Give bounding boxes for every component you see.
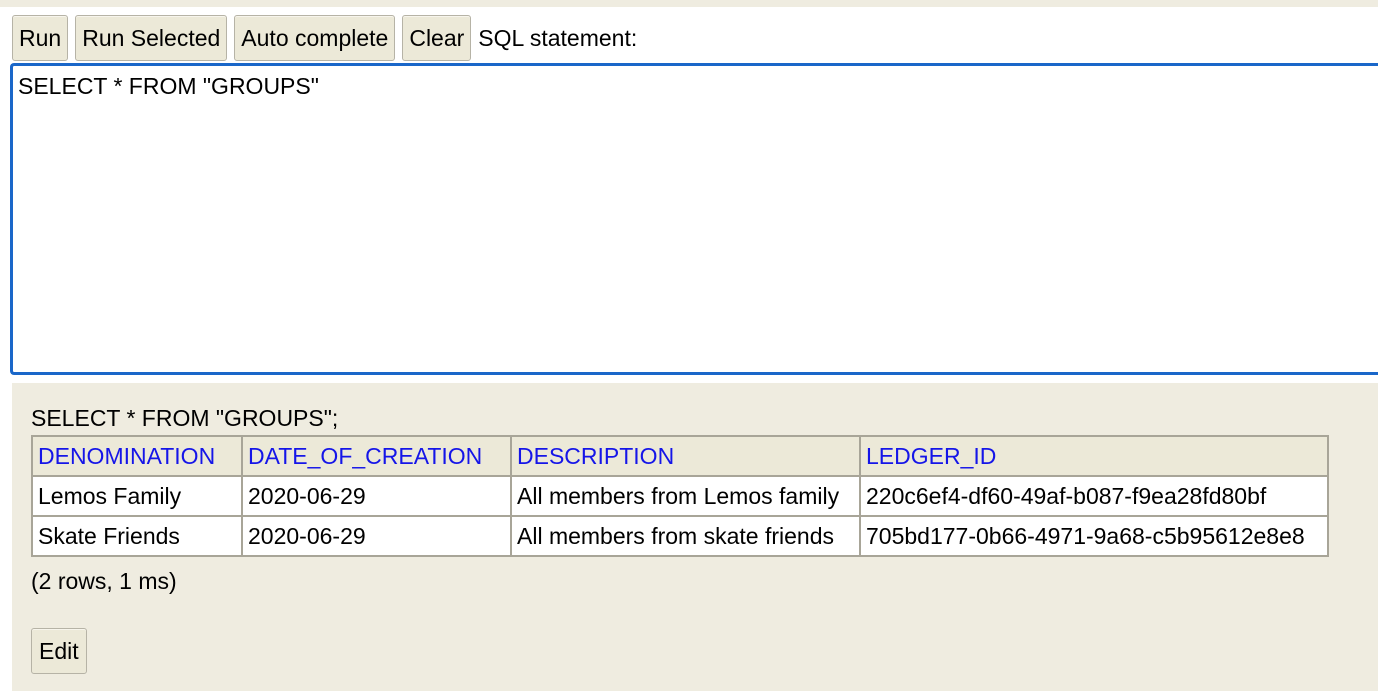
results-panel: SELECT * FROM "GROUPS"; DENOMINATION DAT…: [12, 383, 1378, 691]
top-strip: [0, 0, 1378, 7]
column-header-ledger-id[interactable]: LEDGER_ID: [859, 435, 1329, 477]
table-row: Skate Friends 2020-06-29 All members fro…: [31, 515, 1329, 557]
run-selected-button[interactable]: Run Selected: [75, 15, 228, 61]
table-row: Lemos Family 2020-06-29 All members from…: [31, 475, 1329, 517]
cell-denomination: Lemos Family: [31, 475, 243, 517]
cell-ledger-id: 705bd177-0b66-4971-9a68-c5b95612e8e8: [859, 515, 1329, 557]
cell-date-of-creation: 2020-06-29: [241, 475, 512, 517]
auto-complete-button[interactable]: Auto complete: [234, 15, 396, 61]
run-button[interactable]: Run: [12, 15, 69, 61]
toolbar: Run Run Selected Auto complete Clear SQL…: [12, 15, 637, 61]
clear-button[interactable]: Clear: [402, 15, 472, 61]
cell-date-of-creation: 2020-06-29: [241, 515, 512, 557]
edit-button[interactable]: Edit: [31, 628, 87, 674]
sql-editor[interactable]: SELECT * FROM "GROUPS": [10, 63, 1378, 375]
cell-denomination: Skate Friends: [31, 515, 243, 557]
table-header-row: DENOMINATION DATE_OF_CREATION DESCRIPTIO…: [31, 435, 1329, 477]
executed-query: SELECT * FROM "GROUPS";: [31, 405, 339, 431]
row-count-status: (2 rows, 1 ms): [31, 568, 177, 594]
column-header-denomination[interactable]: DENOMINATION: [31, 435, 243, 477]
column-header-date-of-creation[interactable]: DATE_OF_CREATION: [241, 435, 512, 477]
cell-ledger-id: 220c6ef4-df60-49af-b087-f9ea28fd80bf: [859, 475, 1329, 517]
result-table: DENOMINATION DATE_OF_CREATION DESCRIPTIO…: [31, 435, 1329, 557]
column-header-description[interactable]: DESCRIPTION: [510, 435, 861, 477]
cell-description: All members from skate friends: [510, 515, 861, 557]
sql-statement-label: SQL statement:: [478, 24, 638, 51]
cell-description: All members from Lemos family: [510, 475, 861, 517]
